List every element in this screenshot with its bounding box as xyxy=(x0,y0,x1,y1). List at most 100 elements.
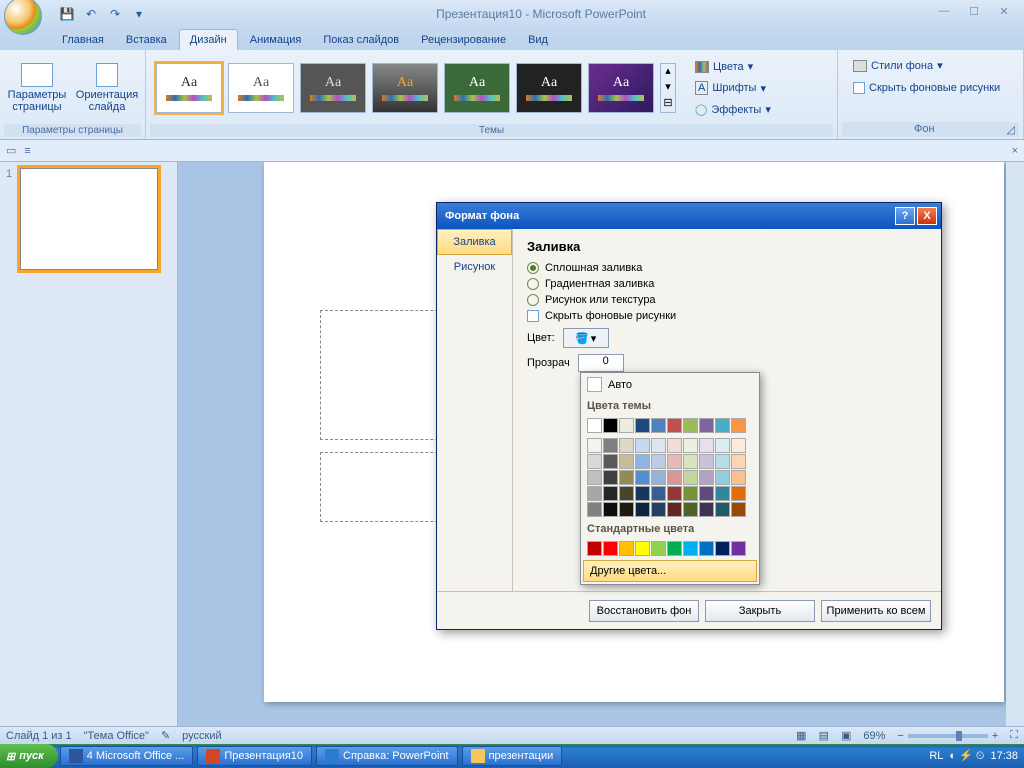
color-swatch[interactable] xyxy=(683,438,698,453)
color-swatch[interactable] xyxy=(619,438,634,453)
color-auto[interactable]: Авто xyxy=(581,373,759,396)
tray-lang[interactable]: RL xyxy=(929,750,943,762)
color-swatch[interactable] xyxy=(603,470,618,485)
color-swatch[interactable] xyxy=(667,470,682,485)
tab-insert[interactable]: Вставка xyxy=(116,30,177,50)
task-folder[interactable]: презентации xyxy=(462,746,563,766)
view-normal-icon[interactable]: ▦ xyxy=(796,729,806,742)
color-swatch[interactable] xyxy=(715,486,730,501)
color-swatch[interactable] xyxy=(651,502,666,517)
color-swatch[interactable] xyxy=(699,486,714,501)
color-swatch[interactable] xyxy=(683,541,698,556)
transparency-spinner[interactable]: 0 xyxy=(578,354,624,372)
color-swatch[interactable] xyxy=(731,541,746,556)
zoom-out-button[interactable]: − xyxy=(897,730,903,742)
color-swatch[interactable] xyxy=(587,486,602,501)
color-swatch[interactable] xyxy=(651,470,666,485)
color-swatch[interactable] xyxy=(667,541,682,556)
dialog-help-button[interactable]: ? xyxy=(895,207,915,225)
color-swatch[interactable] xyxy=(731,470,746,485)
color-swatch[interactable] xyxy=(635,454,650,469)
color-swatch[interactable] xyxy=(603,486,618,501)
color-swatch[interactable] xyxy=(635,438,650,453)
qat-undo-icon[interactable]: ↶ xyxy=(80,3,102,25)
color-swatch[interactable] xyxy=(587,470,602,485)
color-swatch[interactable] xyxy=(635,470,650,485)
spellcheck-icon[interactable]: ✎ xyxy=(161,729,170,742)
color-swatch[interactable] xyxy=(667,454,682,469)
color-swatch[interactable] xyxy=(587,502,602,517)
tab-view[interactable]: Вид xyxy=(518,30,558,50)
reset-bg-button[interactable]: Восстановить фон xyxy=(589,600,699,622)
color-swatch[interactable] xyxy=(651,541,666,556)
color-swatch[interactable] xyxy=(667,418,682,433)
tab-home[interactable]: Главная xyxy=(52,30,114,50)
color-swatch[interactable] xyxy=(699,418,714,433)
themes-prev[interactable]: ▴ xyxy=(661,64,675,80)
theme-3[interactable]: Aa xyxy=(300,63,366,113)
color-swatch[interactable] xyxy=(699,438,714,453)
themes-more[interactable]: ⊟ xyxy=(661,96,675,112)
dialog-tab-fill[interactable]: Заливка xyxy=(437,229,512,255)
color-swatch[interactable] xyxy=(715,502,730,517)
color-swatch[interactable] xyxy=(587,454,602,469)
dialog-close-button[interactable]: X xyxy=(917,207,937,225)
color-swatch[interactable] xyxy=(683,470,698,485)
color-swatch[interactable] xyxy=(635,541,650,556)
zoom-in-button[interactable]: + xyxy=(992,730,998,742)
color-swatch[interactable] xyxy=(587,438,602,453)
color-swatch[interactable] xyxy=(619,418,634,433)
qat-redo-icon[interactable]: ↷ xyxy=(104,3,126,25)
status-language[interactable]: русский xyxy=(182,730,221,742)
color-swatch[interactable] xyxy=(715,470,730,485)
tab-design[interactable]: Дизайн xyxy=(179,29,238,50)
color-swatch[interactable] xyxy=(715,541,730,556)
color-swatch[interactable] xyxy=(699,502,714,517)
color-swatch[interactable] xyxy=(635,486,650,501)
bg-styles-button[interactable]: Стили фона ▾ xyxy=(846,56,950,75)
color-swatch[interactable] xyxy=(683,502,698,517)
task-ppt[interactable]: Презентация10 xyxy=(197,746,312,766)
color-swatch[interactable] xyxy=(587,541,602,556)
slide-orientation-button[interactable]: Ориентация слайда xyxy=(74,63,140,113)
color-swatch[interactable] xyxy=(619,502,634,517)
task-word[interactable]: 4 Microsoft Office ... xyxy=(60,746,194,766)
color-swatch[interactable] xyxy=(651,486,666,501)
qat-save-icon[interactable]: 💾 xyxy=(56,3,78,25)
radio-picture-fill[interactable]: Рисунок или текстура xyxy=(527,294,927,306)
color-swatch[interactable] xyxy=(699,541,714,556)
close-dialog-button[interactable]: Закрыть xyxy=(705,600,815,622)
theme-colors-button[interactable]: Цвета ▾ xyxy=(688,57,778,76)
start-button[interactable]: ⊞пуск xyxy=(0,744,58,768)
radio-gradient-fill[interactable]: Градиентная заливка xyxy=(527,278,927,290)
vertical-scrollbar[interactable] xyxy=(1006,162,1024,726)
pane-close-icon[interactable]: × xyxy=(1012,145,1018,157)
minimize-button[interactable]: — xyxy=(932,5,956,23)
color-swatch[interactable] xyxy=(619,486,634,501)
theme-6[interactable]: Aa xyxy=(516,63,582,113)
color-swatch[interactable] xyxy=(715,454,730,469)
color-swatch[interactable] xyxy=(731,454,746,469)
tab-animation[interactable]: Анимация xyxy=(240,30,312,50)
checkbox-hide-bg[interactable]: Скрыть фоновые рисунки xyxy=(527,310,927,322)
color-swatch[interactable] xyxy=(683,486,698,501)
slides-tab-icon[interactable]: ▭ xyxy=(6,144,16,157)
color-swatch[interactable] xyxy=(683,454,698,469)
tray-icons[interactable]: ◐ ⚡ ⏲ xyxy=(949,749,984,763)
zoom-slider[interactable] xyxy=(908,734,988,738)
color-swatch[interactable] xyxy=(715,418,730,433)
color-swatch[interactable] xyxy=(651,438,666,453)
color-swatch[interactable] xyxy=(619,454,634,469)
zoom-fit-icon[interactable]: ⛶ xyxy=(1010,729,1018,742)
tab-slideshow[interactable]: Показ слайдов xyxy=(313,30,409,50)
color-swatch[interactable] xyxy=(587,418,602,433)
zoom-value[interactable]: 69% xyxy=(863,730,885,742)
color-swatch[interactable] xyxy=(635,502,650,517)
theme-fonts-button[interactable]: AШрифты ▾ xyxy=(688,78,778,98)
color-swatch[interactable] xyxy=(603,454,618,469)
color-swatch[interactable] xyxy=(699,470,714,485)
color-dropdown[interactable]: 🪣▾ xyxy=(563,328,609,348)
color-swatch[interactable] xyxy=(683,418,698,433)
dialog-titlebar[interactable]: Формат фона ? X xyxy=(437,203,941,229)
view-slideshow-icon[interactable]: ▣ xyxy=(841,729,851,742)
